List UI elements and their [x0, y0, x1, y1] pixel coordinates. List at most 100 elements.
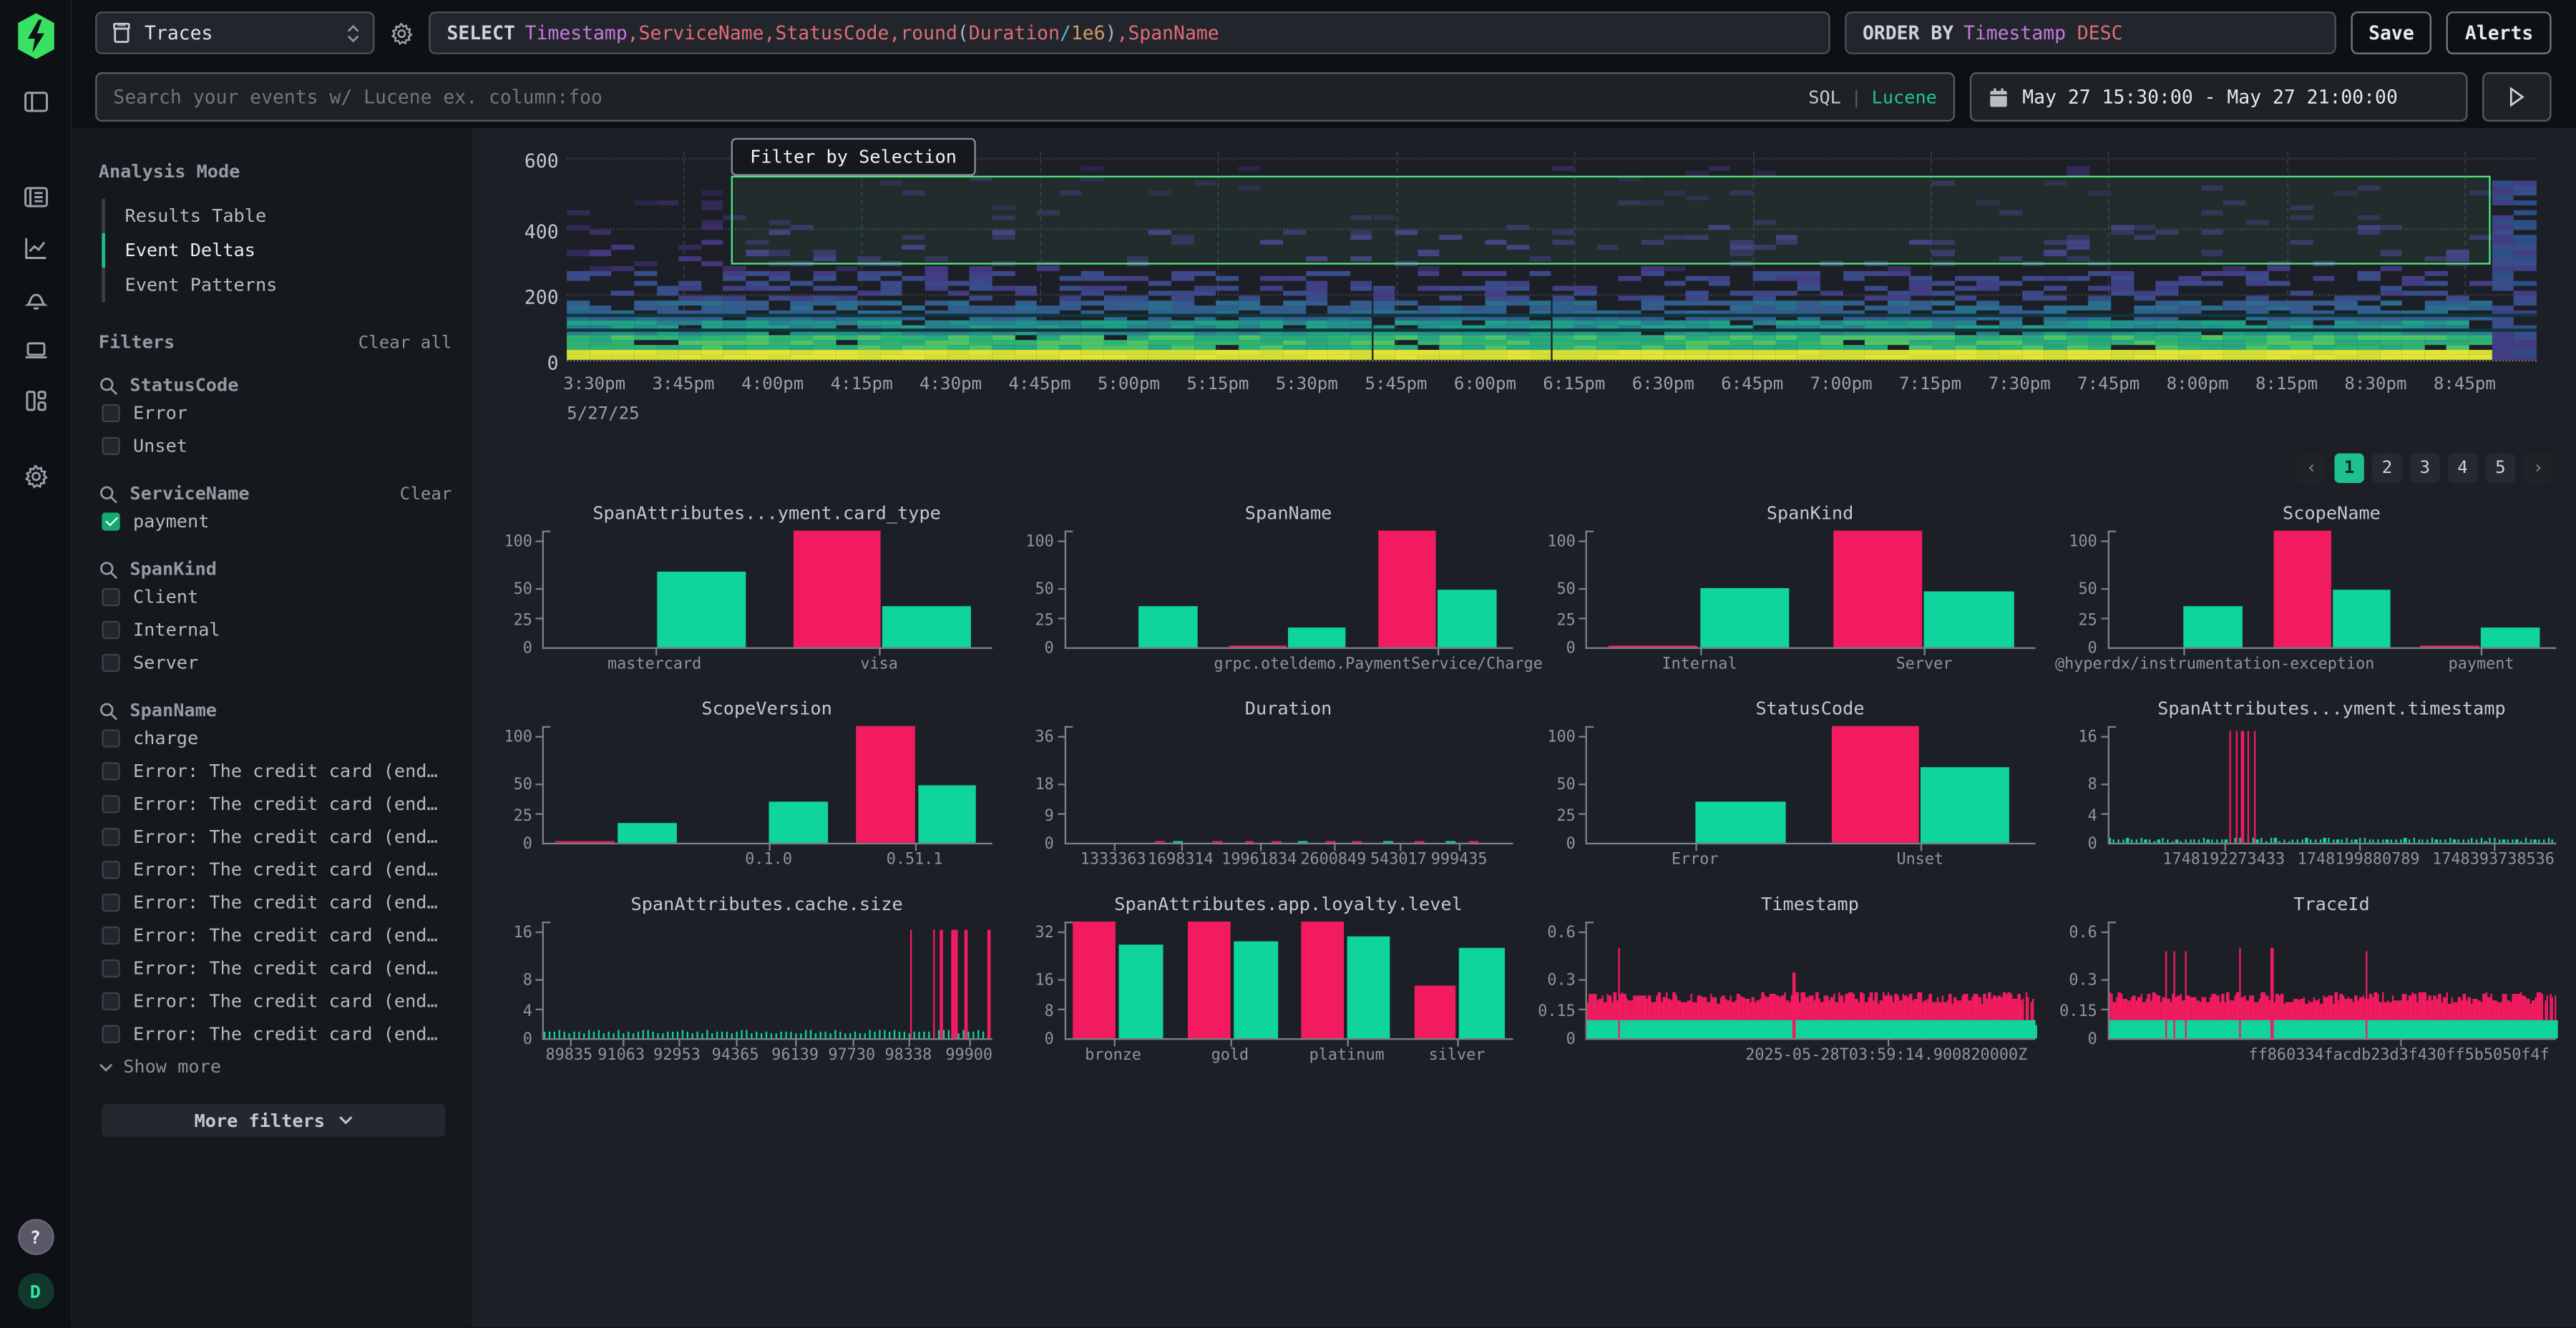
- filter-option[interactable]: Error: [99, 396, 459, 429]
- bell-icon[interactable]: [11, 279, 60, 318]
- heatmap-cell: [769, 296, 791, 301]
- analysis-mode-item-event-deltas[interactable]: Event Deltas: [102, 233, 458, 268]
- checkbox-checked[interactable]: [102, 512, 119, 529]
- dashboards-icon[interactable]: [11, 381, 60, 421]
- checkbox[interactable]: [102, 436, 119, 454]
- checkbox[interactable]: [102, 404, 119, 421]
- page-button-1[interactable]: 1: [2335, 454, 2364, 483]
- mini-chart-spanattributes-cache-size[interactable]: SpanAttributes.cache.size 04816 89835910…: [493, 894, 992, 1088]
- filter-option[interactable]: Error: The credit card (end…: [99, 853, 459, 886]
- filter-option[interactable]: Unset: [99, 429, 459, 462]
- filter-option[interactable]: Internal: [99, 612, 459, 645]
- filter-option[interactable]: Server: [99, 645, 459, 678]
- filter-option[interactable]: Error: The credit card (end…: [99, 918, 459, 951]
- filter-option[interactable]: Error: The credit card (end…: [99, 787, 459, 820]
- page-button-5[interactable]: 5: [2486, 454, 2515, 483]
- mini-chart-timestamp[interactable]: Timestamp 00.150.30.6 2025-05-28T03:59:1…: [1536, 894, 2035, 1088]
- heatmap-cell: [1910, 340, 1932, 345]
- heatmap-cell: [1775, 355, 1797, 360]
- run-query-button[interactable]: [2482, 72, 2551, 122]
- mini-chart-traceid[interactable]: TraceId 00.150.30.6 ff860334facdb23d3f43…: [2058, 894, 2557, 1088]
- filter-option[interactable]: Error: The credit card (end…: [99, 886, 459, 919]
- mini-chart-duration[interactable]: Duration 091836 133336316983141996183426…: [1015, 698, 1513, 892]
- selection-rectangle[interactable]: [731, 176, 2492, 263]
- heatmap-cell: [1529, 320, 1551, 325]
- alerts-button[interactable]: Alerts: [2447, 11, 2552, 54]
- show-more-link[interactable]: Show more: [99, 1056, 459, 1078]
- more-filters-label: More filters: [194, 1110, 324, 1131]
- select-query-input[interactable]: SELECTTimestamp,ServiceName,StatusCode,r…: [429, 11, 1830, 54]
- help-button[interactable]: ?: [17, 1219, 54, 1256]
- heatmap-cell: [567, 345, 589, 350]
- source-select[interactable]: Traces: [95, 11, 374, 54]
- filter-option[interactable]: Error: The credit card (end…: [99, 754, 459, 787]
- settings-gear-icon[interactable]: [11, 456, 60, 496]
- orderby-input[interactable]: ORDER BYTimestamp DESC: [1845, 11, 2336, 54]
- tick-mark: [1579, 978, 1586, 980]
- clear-all-filters-link[interactable]: Clear all: [358, 333, 452, 353]
- search-input[interactable]: [113, 85, 1795, 108]
- checkbox[interactable]: [102, 926, 119, 944]
- mini-chart-scopename[interactable]: ScopeName 02550100 @hyperdx/instrumentat…: [2058, 503, 2557, 697]
- clear-filter-link[interactable]: Clear: [400, 484, 452, 504]
- mini-chart-spanattributes-yment-timestamp[interactable]: SpanAttributes...yment.timestamp 04816 1…: [2058, 698, 2557, 892]
- user-avatar[interactable]: D: [17, 1273, 54, 1309]
- save-button[interactable]: Save: [2351, 11, 2432, 54]
- heatmap-cell: [1171, 290, 1194, 296]
- filter-option[interactable]: Error: The credit card (end…: [99, 820, 459, 853]
- chart-icon[interactable]: [11, 228, 60, 268]
- checkbox[interactable]: [102, 827, 119, 845]
- bar-tick: [2388, 1021, 2390, 1038]
- page-button-3[interactable]: 3: [2410, 454, 2439, 483]
- checkbox[interactable]: [102, 992, 119, 1010]
- analysis-mode-item-event-patterns[interactable]: Event Patterns: [102, 268, 458, 302]
- bar-tick: [2270, 839, 2272, 843]
- filter-option[interactable]: payment: [99, 504, 459, 537]
- prev-page-button[interactable]: ‹: [2297, 454, 2326, 483]
- source-settings-gear-icon[interactable]: [389, 21, 414, 45]
- heatmap-plot-area[interactable]: Filter by Selection: [567, 151, 2537, 361]
- sessions-icon[interactable]: [11, 330, 60, 369]
- page-button-2[interactable]: 2: [2372, 454, 2401, 483]
- date-range-picker[interactable]: May 27 15:30:00 - May 27 21:00:00: [1970, 72, 2468, 122]
- filter-option[interactable]: Error: The credit card (end…: [99, 1017, 459, 1050]
- mini-chart-spanattributes-app-loyalty-level[interactable]: SpanAttributes.app.loyalty.level 081632 …: [1015, 894, 1513, 1088]
- mini-chart-statuscode[interactable]: StatusCode 02550100 ErrorUnset: [1536, 698, 2035, 892]
- bar: [1229, 645, 1286, 647]
- filter-option[interactable]: Error: The credit card (end…: [99, 984, 459, 1017]
- filter-option[interactable]: Error: The credit card (end…: [99, 951, 459, 984]
- mini-chart-scopeversion[interactable]: ScopeVersion 02550100 0.1.00.51.1: [493, 698, 992, 892]
- checkbox[interactable]: [102, 794, 119, 812]
- heatmap-cell: [1015, 301, 1037, 306]
- sql-mode-toggle[interactable]: SQL: [1808, 87, 1841, 108]
- mini-chart-spanattributes-yment-card-type[interactable]: SpanAttributes...yment.card_type 0255010…: [493, 503, 992, 697]
- lucene-mode-toggle[interactable]: Lucene: [1872, 87, 1937, 108]
- heatmap-cell: [1126, 345, 1148, 350]
- mini-chart-spanname[interactable]: SpanName 02550100 grpc.oteldemo.PaymentS…: [1015, 503, 1513, 697]
- bar-tick: [879, 1030, 881, 1038]
- checkbox[interactable]: [102, 1025, 119, 1043]
- search-icon: [99, 700, 119, 721]
- mini-chart-spankind[interactable]: SpanKind 02550100 InternalServer: [1536, 503, 2035, 697]
- sidebar-toggle-icon[interactable]: [11, 82, 60, 122]
- checkbox[interactable]: [102, 653, 119, 671]
- page-button-4[interactable]: 4: [2448, 454, 2477, 483]
- checkbox[interactable]: [102, 587, 119, 605]
- heatmap-cell: [970, 275, 992, 280]
- next-page-button[interactable]: ›: [2524, 454, 2553, 483]
- analysis-mode-item-results-table[interactable]: Results Table: [102, 199, 458, 233]
- hyperdx-logo-icon[interactable]: [14, 13, 57, 59]
- filter-option[interactable]: Client: [99, 580, 459, 612]
- heatmap-cell: [2492, 225, 2514, 230]
- checkbox[interactable]: [102, 761, 119, 779]
- events-icon[interactable]: [11, 177, 60, 217]
- more-filters-button[interactable]: More filters: [102, 1104, 445, 1137]
- checkbox[interactable]: [102, 620, 119, 638]
- checkbox[interactable]: [102, 860, 119, 878]
- checkbox[interactable]: [102, 959, 119, 977]
- checkbox[interactable]: [102, 893, 119, 911]
- heatmap-cell: [2514, 301, 2537, 306]
- checkbox[interactable]: [102, 728, 119, 746]
- filter-option[interactable]: charge: [99, 721, 459, 754]
- filter-by-selection-tooltip[interactable]: Filter by Selection: [731, 138, 977, 176]
